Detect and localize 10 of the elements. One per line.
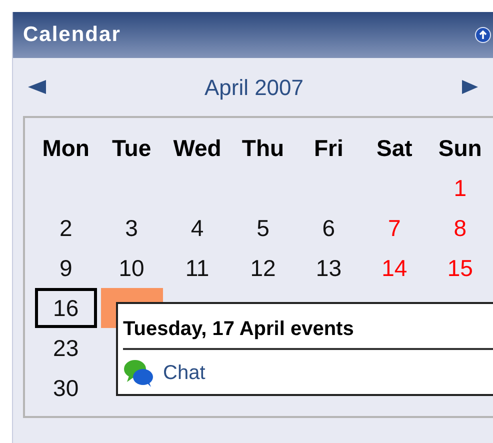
weekday-header: Sun [438, 134, 482, 163]
weekday-header: Wed [173, 134, 222, 163]
weekday-header: Fri [314, 134, 344, 163]
block-title: Calendar [23, 22, 121, 48]
weekday-header: Thu [242, 134, 284, 163]
weekday-header: Sat [376, 134, 412, 163]
month-title: April 2007 [204, 74, 304, 102]
weekday-header: Mon [42, 134, 90, 163]
weekday-header: Tue [112, 134, 152, 163]
popup-title: Tuesday, 17 April events [123, 314, 493, 350]
